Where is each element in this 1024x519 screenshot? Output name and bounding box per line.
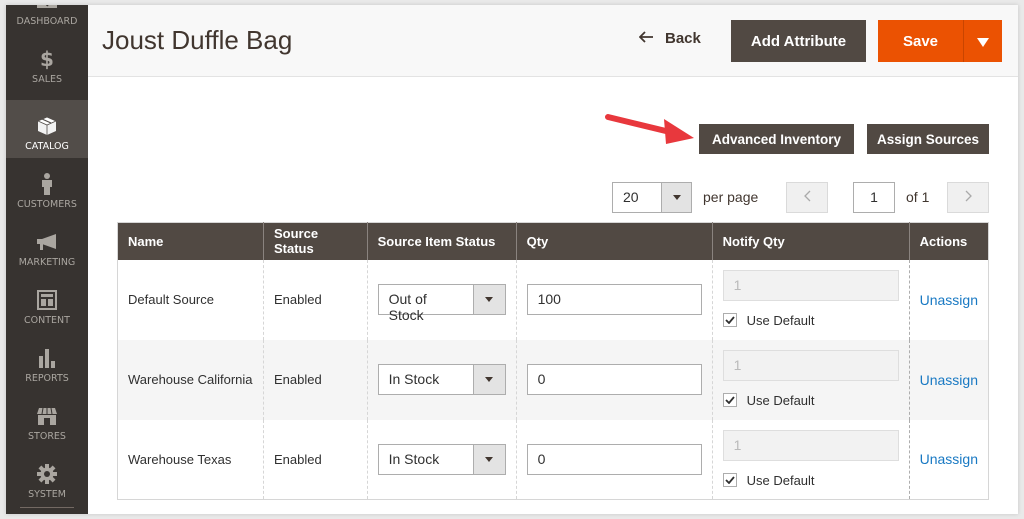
caret-down-icon: [977, 32, 989, 51]
page-title: Joust Duffle Bag: [102, 25, 293, 55]
column-header-source-status: Source Status: [262, 222, 368, 260]
person-icon: [36, 173, 58, 195]
unassign-link[interactable]: Unassign: [920, 451, 978, 467]
source-item-status-select[interactable]: In Stock: [377, 443, 506, 475]
next-page-button[interactable]: [947, 182, 989, 213]
sidebar-item-catalog[interactable]: CATALOG: [6, 100, 88, 158]
current-page-input[interactable]: 1: [853, 182, 895, 213]
chevron-right-icon: [965, 189, 972, 207]
annotation-arrow-icon: [605, 114, 694, 144]
sidebar-item-marketing[interactable]: MARKETING: [6, 216, 88, 274]
column-header-name: Name: [117, 222, 264, 260]
dashboard-icon: [36, 5, 58, 12]
dollar-icon: $: [40, 47, 54, 71]
notify-qty-input[interactable]: 1: [722, 429, 899, 461]
admin-sidebar: DASHBOARD $ SALES CATALOG CUSTOMERS MARK…: [6, 5, 88, 514]
sidebar-item-stores[interactable]: STORES: [6, 390, 88, 448]
source-item-status-value: In Stock: [388, 450, 440, 467]
grid-header-row: Name Source Status Source Item Status Qt…: [117, 222, 989, 260]
save-options-toggle[interactable]: [964, 20, 1002, 62]
use-default-label: Use Default: [746, 392, 815, 408]
notify-qty-input[interactable]: 1: [722, 349, 899, 381]
sidebar-item-system[interactable]: SYSTEM: [6, 448, 88, 506]
caret-down-icon: [472, 444, 505, 474]
caret-down-icon: [472, 365, 505, 394]
source-name: Default Source: [128, 292, 214, 307]
table-row: Warehouse Texas Enabled In Stock 0 1 Use…: [118, 419, 989, 500]
notify-qty-input[interactable]: 1: [722, 269, 899, 301]
sources-grid: Name Source Status Source Item Status Qt…: [117, 222, 989, 500]
source-status: Enabled: [262, 419, 368, 500]
table-row: Default Source Enabled Out of Stock 100 …: [118, 259, 989, 340]
previous-page-button[interactable]: [786, 182, 828, 213]
source-item-status-select[interactable]: Out of Stock: [377, 284, 506, 323]
page-header: Joust Duffle Bag Back Add Attribute Save: [88, 5, 1018, 77]
per-page-value: 20: [623, 189, 639, 205]
check-icon: [724, 396, 735, 404]
source-status: Enabled: [262, 259, 368, 340]
use-default-label: Use Default: [746, 472, 815, 488]
table-row: Warehouse California Enabled In Stock 0 …: [117, 339, 989, 420]
megaphone-icon: [36, 231, 58, 253]
use-default-checkbox[interactable]: [722, 313, 737, 327]
page-total-label: of 1: [906, 189, 930, 205]
sidebar-item-content[interactable]: CONTENT: [6, 274, 88, 332]
unassign-link[interactable]: Unassign: [920, 292, 978, 308]
use-default-label: Use Default: [746, 312, 815, 328]
check-icon: [724, 476, 735, 484]
gear-icon: [36, 463, 58, 485]
per-page-select[interactable]: 20: [612, 182, 692, 213]
source-item-status-value: Out of Stock: [388, 291, 427, 323]
sidebar-item-reports[interactable]: REPORTS: [6, 332, 88, 390]
source-item-status-value: In Stock: [388, 371, 440, 387]
assign-sources-button[interactable]: Assign Sources: [867, 124, 989, 154]
arrow-left-icon: [638, 30, 653, 47]
check-icon: [724, 316, 735, 324]
source-name: Warehouse Texas: [128, 451, 232, 467]
use-default-checkbox[interactable]: [722, 393, 737, 407]
unassign-link[interactable]: Unassign: [920, 372, 978, 388]
storefront-icon: [36, 405, 58, 427]
add-attribute-button[interactable]: Add Attribute: [731, 20, 866, 62]
back-label: Back: [665, 30, 701, 47]
sidebar-item-customers[interactable]: CUSTOMERS: [6, 158, 88, 216]
back-button[interactable]: Back: [638, 30, 701, 47]
column-header-qty: Qty: [515, 222, 713, 260]
qty-input[interactable]: 0: [526, 364, 702, 395]
caret-down-icon: [472, 285, 505, 314]
use-default-checkbox[interactable]: [722, 473, 737, 487]
box-icon: [36, 115, 58, 137]
source-status: Enabled: [262, 339, 368, 420]
source-item-status-select[interactable]: In Stock: [377, 364, 506, 395]
qty-input[interactable]: 0: [526, 443, 702, 475]
sidebar-item-dashboard[interactable]: DASHBOARD: [6, 5, 88, 33]
save-button[interactable]: Save: [878, 20, 964, 62]
qty-input[interactable]: 100: [526, 284, 702, 315]
column-header-source-item-status: Source Item Status: [366, 222, 517, 260]
per-page-label: per page: [703, 189, 759, 205]
layout-icon: [36, 289, 58, 311]
bar-chart-icon: [36, 347, 58, 369]
source-name: Warehouse California: [117, 339, 264, 420]
save-split-button: Save: [878, 20, 1002, 62]
column-header-actions: Actions: [908, 222, 989, 260]
caret-down-icon: [661, 183, 691, 212]
advanced-inventory-button[interactable]: Advanced Inventory: [699, 124, 854, 154]
admin-window: DASHBOARD $ SALES CATALOG CUSTOMERS MARK…: [6, 5, 1018, 514]
column-header-notify-qty: Notify Qty: [711, 222, 910, 260]
sidebar-divider: [20, 507, 74, 508]
sidebar-item-sales[interactable]: $ SALES: [6, 33, 88, 91]
chevron-left-icon: [803, 189, 811, 207]
